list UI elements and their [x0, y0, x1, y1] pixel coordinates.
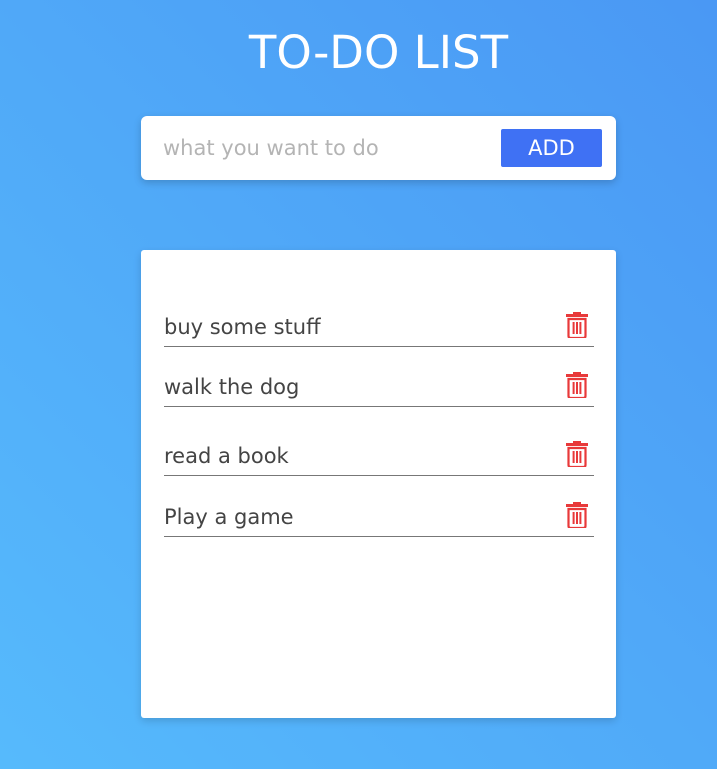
trash-icon[interactable] [566, 312, 588, 338]
todo-input[interactable] [163, 133, 483, 163]
trash-icon[interactable] [566, 372, 588, 398]
todo-list: buy some stuff walk the dog read a book [141, 250, 616, 718]
add-todo-form: ADD [141, 116, 616, 180]
page-title: TO-DO LIST [248, 26, 509, 79]
todo-item: buy some stuff [164, 296, 594, 347]
todo-text: read a book [164, 444, 289, 468]
trash-icon[interactable] [566, 502, 588, 528]
add-button[interactable]: ADD [501, 129, 602, 167]
trash-icon[interactable] [566, 441, 588, 467]
todo-text: walk the dog [164, 375, 300, 399]
todo-text: Play a game [164, 505, 294, 529]
todo-item: walk the dog [164, 356, 594, 407]
todo-item: read a book [164, 425, 594, 476]
todo-text: buy some stuff [164, 315, 321, 339]
todo-item: Play a game [164, 486, 594, 537]
